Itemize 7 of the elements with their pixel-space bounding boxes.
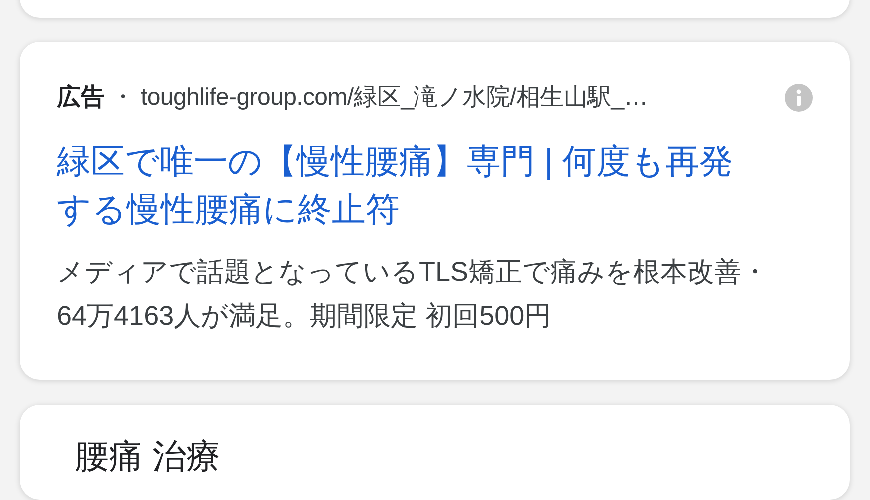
info-icon[interactable] [785,84,813,112]
ad-description: メディアで話題となっているTLS矯正で痛みを根本改善・64万4163人が満足。期間限定 初回500円 [57,256,769,333]
ad-label: 広告 [57,83,105,113]
result-title: 腰痛 治療 [75,437,222,478]
ad-title-link[interactable]: 緑区で唯一の【慢性腰痛】専門 | 何度も再発する慢性腰痛に終止符 [57,138,757,234]
separator: ・ [111,83,135,113]
display-url: toughlife-group.com/緑区_滝ノ水院/相生山駅_… [141,83,648,113]
